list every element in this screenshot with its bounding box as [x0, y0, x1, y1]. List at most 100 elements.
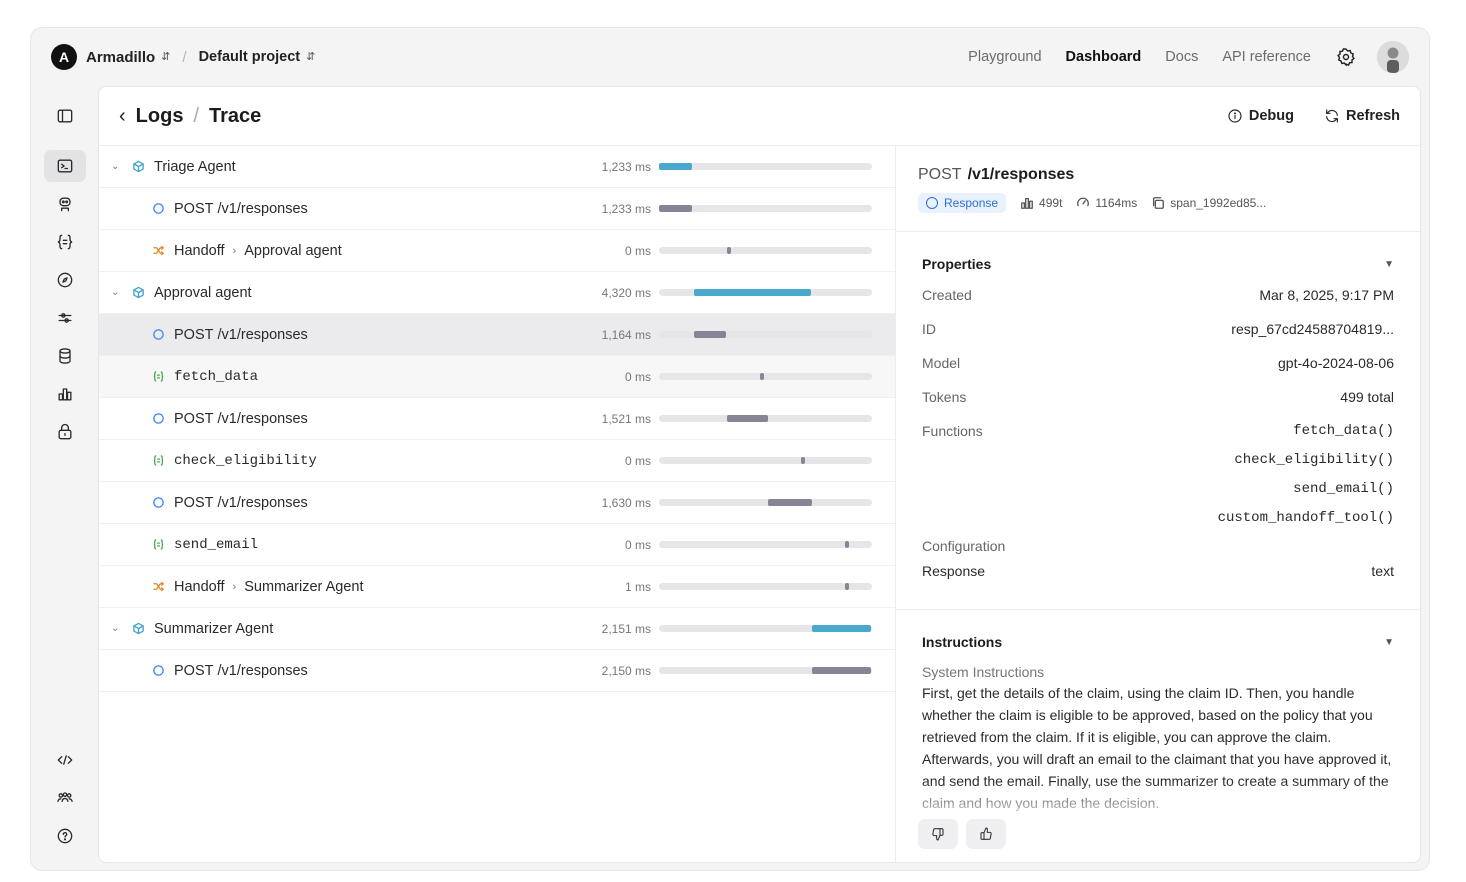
trace-row-agent[interactable]: ⌄ Summarizer Agent 2,151 ms	[99, 608, 895, 650]
timeline-bar	[659, 163, 693, 170]
top-bar: A Armadillo ⇵ / Default project ⇵ Playgr…	[31, 28, 1429, 86]
trace-row-agent[interactable]: ⌄ Triage Agent 1,233 ms	[99, 146, 895, 188]
instructions-section: Instructions ▼ System Instructions First…	[896, 634, 1420, 814]
trace-row[interactable]: Handoff › Summarizer Agent 1 ms	[99, 566, 895, 608]
project-switcher[interactable]: Default project	[199, 49, 301, 65]
trace-row[interactable]: POST /v1/responses 1,630 ms	[99, 482, 895, 524]
span-id[interactable]: span_1992ed85...	[1151, 196, 1266, 210]
instructions-header[interactable]: Instructions ▼	[922, 634, 1394, 650]
nav-docs[interactable]: Docs	[1165, 49, 1198, 65]
row-handoff: Handoff	[174, 242, 225, 259]
function-braces-icon	[151, 370, 165, 384]
trace-row[interactable]: POST /v1/responses 2,150 ms	[99, 650, 895, 692]
feedback-buttons	[918, 819, 1014, 849]
properties-title: Properties	[922, 256, 992, 272]
caret-down-icon[interactable]: ▼	[1384, 259, 1394, 270]
org-switcher[interactable]: Armadillo	[86, 49, 155, 66]
compass-explore-icon[interactable]	[44, 264, 86, 296]
chevron-down-icon[interactable]: ⌄	[111, 623, 119, 634]
trace-row[interactable]: Handoff › Approval agent 0 ms	[99, 230, 895, 272]
row-label: POST /v1/responses	[174, 411, 308, 427]
code-icon[interactable]	[44, 744, 86, 776]
chevron-down-icon[interactable]: ⌄	[111, 287, 119, 298]
span-path: /v1/responses	[967, 166, 1075, 183]
timeline-bar	[800, 457, 805, 464]
timeline-bar	[812, 667, 871, 674]
timeline-bar	[694, 331, 726, 338]
thumbs-down-button[interactable]	[918, 819, 958, 849]
refresh-button[interactable]: Refresh	[1324, 108, 1400, 124]
lock-security-icon[interactable]	[44, 416, 86, 448]
breadcrumb-logs[interactable]: Logs	[136, 105, 184, 128]
prop-response: Response text	[922, 563, 1394, 579]
row-function-name: fetch_data	[174, 368, 259, 385]
row-duration: 1,164 ms	[601, 327, 651, 342]
function-list: fetch_data() check_eligibility() send_em…	[1218, 423, 1394, 533]
timeline-bar	[727, 247, 732, 254]
row-method: POST	[174, 410, 214, 427]
top-nav: Playground Dashboard Docs API reference	[944, 41, 1409, 73]
row-function-name: send_email	[174, 536, 259, 553]
row-path: /v1/responses	[217, 662, 308, 679]
token-count-text: 499t	[1039, 196, 1063, 210]
functions-braces-icon[interactable]	[44, 226, 86, 258]
gauge-icon	[1077, 197, 1090, 207]
row-label: POST /v1/responses	[174, 495, 308, 511]
response-badge: Response	[918, 193, 1007, 213]
assistant-bot-icon[interactable]	[44, 188, 86, 220]
nav-playground[interactable]: Playground	[968, 49, 1041, 65]
row-duration: 1,521 ms	[601, 411, 651, 426]
sliders-tune-icon[interactable]	[44, 302, 86, 334]
copy-icon	[1153, 197, 1165, 209]
chevron-updown-icon[interactable]: ⇵	[306, 51, 315, 63]
row-duration: 1,233 ms	[601, 201, 651, 216]
trace-row-agent[interactable]: ⌄ Approval agent 4,320 ms	[99, 272, 895, 314]
row-label: POST /v1/responses	[174, 201, 308, 217]
database-storage-icon[interactable]	[44, 340, 86, 372]
refresh-label: Refresh	[1346, 108, 1400, 124]
trace-row[interactable]: check_eligibility 0 ms	[99, 440, 895, 482]
org-avatar[interactable]: A	[51, 44, 77, 70]
timeline-track	[659, 415, 872, 422]
terminal-logs-icon[interactable]	[44, 150, 86, 182]
properties-header[interactable]: Properties ▼	[922, 256, 1394, 272]
nav-dashboard[interactable]: Dashboard	[1066, 49, 1142, 65]
row-handoff-target: Approval agent	[244, 242, 342, 259]
trace-row[interactable]: POST /v1/responses 1,233 ms	[99, 188, 895, 230]
thumbs-up-icon	[980, 827, 992, 840]
token-chart-icon	[1021, 197, 1033, 209]
row-label: Triage Agent	[154, 159, 236, 175]
back-chevron-icon[interactable]: ‹	[119, 105, 126, 128]
chevron-updown-icon[interactable]: ⇵	[161, 51, 170, 63]
trace-row[interactable]: POST /v1/responses 1,521 ms	[99, 398, 895, 440]
team-users-icon[interactable]	[44, 782, 86, 814]
help-icon[interactable]	[44, 820, 86, 852]
nav-api-reference[interactable]: API reference	[1222, 49, 1311, 65]
response-circle-icon	[151, 496, 165, 510]
chevron-right-icon: ›	[232, 244, 237, 257]
function-item: fetch_data()	[1293, 423, 1394, 439]
thumbs-down-icon	[932, 828, 944, 841]
debug-button[interactable]: Debug	[1227, 108, 1294, 124]
chevron-down-icon[interactable]: ⌄	[111, 161, 119, 172]
sidebar-toggle-icon[interactable]	[44, 100, 86, 132]
settings-gear-icon[interactable]	[1335, 46, 1357, 68]
trace-row[interactable]: send_email 0 ms	[99, 524, 895, 566]
timeline-track	[659, 331, 872, 338]
row-agent-name: Approval agent	[154, 284, 252, 301]
bar-chart-usage-icon[interactable]	[44, 378, 86, 410]
trace-row[interactable]: fetch_data 0 ms	[99, 356, 895, 398]
row-agent-name: Summarizer Agent	[154, 620, 274, 637]
breadcrumb-trace: Trace	[209, 104, 262, 127]
timeline-bar	[694, 289, 812, 296]
row-path: /v1/responses	[217, 326, 308, 343]
system-instructions-text: First, get the details of the claim, usi…	[922, 685, 1392, 811]
caret-down-icon[interactable]: ▼	[1384, 637, 1394, 648]
thumbs-up-button[interactable]	[966, 819, 1006, 849]
row-handoff: Handoff	[174, 578, 225, 595]
trace-row[interactable]: POST /v1/responses 1,164 ms	[99, 314, 895, 356]
debug-label: Debug	[1248, 108, 1294, 124]
latency-text: 1164ms	[1095, 196, 1138, 210]
row-label: Approval agent	[154, 285, 252, 301]
user-avatar[interactable]	[1377, 41, 1409, 73]
